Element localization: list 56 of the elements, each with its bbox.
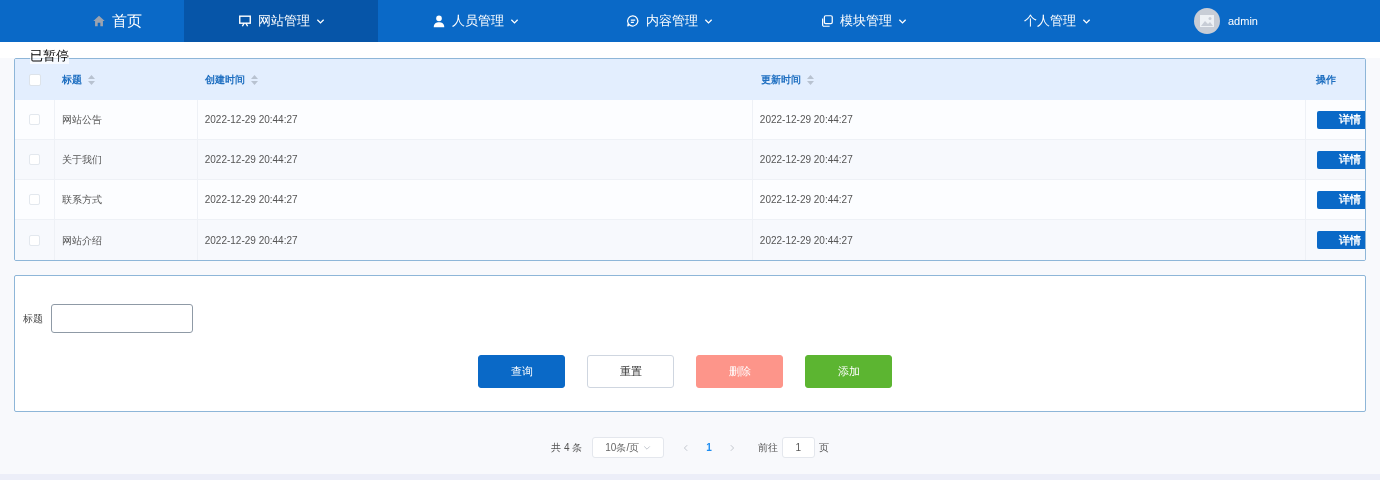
table-cell-text: 2022-12-29 20:44:27 (759, 193, 853, 207)
overlay-text: 已暂停 (30, 48, 69, 64)
username: admin (1228, 13, 1258, 29)
action-button[interactable]: 重置 (587, 355, 674, 388)
sort-icon[interactable] (807, 74, 814, 85)
table-cell-text: 关于我们 (61, 153, 102, 167)
action-button[interactable]: 查询 (478, 355, 565, 388)
user-icon (431, 14, 446, 28)
table-cell-text: 2022-12-29 20:44:27 (204, 113, 298, 127)
table-cell-text: 2022-12-29 20:44:27 (759, 113, 853, 127)
table-cell-text: 网站公告 (61, 113, 102, 127)
column-header: 标题 (62, 73, 82, 87)
row-checkbox[interactable] (28, 234, 40, 246)
page-size-select[interactable]: 10条/页 (592, 437, 665, 458)
home-icon (92, 14, 106, 28)
page-number[interactable]: 1 (700, 440, 718, 455)
page-suffix: 页 (818, 441, 829, 455)
chevron-down-icon (643, 443, 652, 452)
table-cell-text: 2022-12-29 20:44:27 (759, 153, 853, 167)
nav-menu-item[interactable]: 内容管理 (572, 0, 766, 42)
copy-icon (819, 14, 834, 28)
nav-menu-item[interactable]: 网站管理 (184, 0, 378, 42)
table-cell-text: 2022-12-29 20:44:27 (204, 153, 298, 167)
nav-menu-item[interactable]: 首页 (50, 0, 184, 42)
table-cell-text: 联系方式 (61, 193, 102, 207)
column-header: 更新时间 (761, 73, 801, 87)
details-button[interactable]: 详情 (1317, 150, 1365, 169)
row-checkbox[interactable] (28, 114, 40, 125)
nav-menu-item[interactable]: 个人管理 (960, 0, 1154, 42)
table-cell-text: 2022-12-29 20:44:27 (759, 233, 853, 248)
details-button[interactable]: 详情 (1317, 110, 1365, 129)
table-cell-text: 网站介绍 (61, 233, 102, 248)
title-input-field[interactable] (51, 304, 193, 333)
details-button[interactable]: 详情 (1317, 231, 1365, 249)
page-input-field[interactable]: 1 (781, 437, 815, 458)
goto-label: 前往 (757, 441, 778, 455)
nav-menu-item[interactable]: 人员管理 (378, 0, 572, 42)
next-page-icon[interactable] (727, 443, 736, 452)
select-all-checkbox[interactable] (29, 73, 41, 86)
field-label: 标题 (23, 312, 43, 326)
previous-page-icon[interactable] (682, 443, 691, 452)
table-cell-text: 2022-12-29 20:44:27 (204, 233, 298, 248)
row-checkbox[interactable] (28, 194, 40, 205)
column-header: 创建时间 (205, 73, 245, 87)
total-count: 共 4 条 (551, 441, 583, 455)
avatar[interactable] (1194, 8, 1220, 34)
image-icon (1200, 15, 1214, 27)
nav-menu-item[interactable]: 模块管理 (766, 0, 960, 42)
table-cell-text: 2022-12-29 20:44:27 (204, 193, 298, 207)
chat-icon (625, 14, 640, 28)
sort-icon[interactable] (88, 74, 95, 85)
board-icon (237, 14, 252, 28)
details-button[interactable]: 详情 (1317, 190, 1365, 209)
sort-icon[interactable] (251, 74, 258, 85)
row-checkbox[interactable] (28, 154, 40, 165)
column-header: 操作 (1316, 74, 1336, 85)
